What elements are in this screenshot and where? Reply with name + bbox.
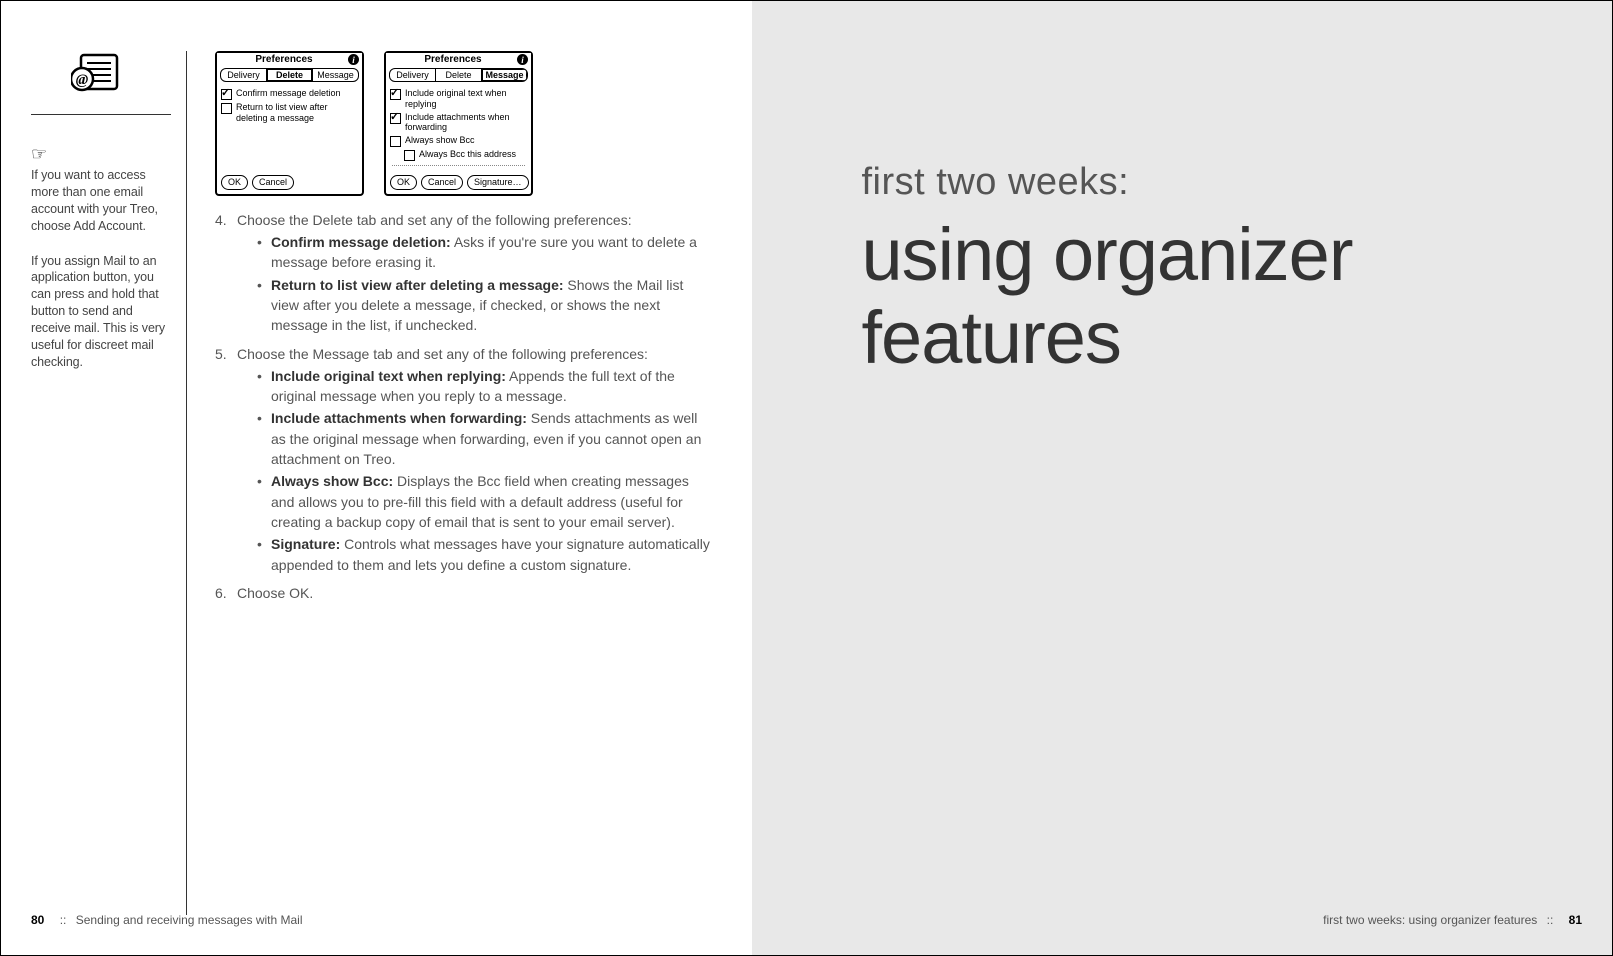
option-include-original[interactable]: Include original text when replying [390, 88, 527, 110]
page-spread: @ ☞ If you want to access more than one … [0, 0, 1613, 956]
page-number: 81 [1569, 913, 1582, 927]
mail-icon: @ [71, 51, 121, 95]
chapter-eyebrow: first two weeks: [862, 161, 1553, 204]
option-label: Include attachments when forwarding [405, 112, 527, 134]
main-column: Preferences i Delivery Delete Message Co… [186, 51, 715, 915]
svg-text:@: @ [76, 72, 89, 88]
footer-text: Sending and receiving messages with Mail [76, 913, 303, 927]
footer-right: first two weeks: using organizer feature… [1323, 913, 1582, 927]
tab-row: Delivery Delete Message [389, 68, 528, 82]
bullet-item: Signature: Controls what messages have y… [257, 534, 715, 575]
option-confirm-deletion[interactable]: Confirm message deletion [221, 88, 358, 100]
option-bcc-address[interactable]: Always Bcc this address [390, 149, 527, 161]
preferences-dialog-message: Preferences i Delivery Delete Message In… [384, 51, 533, 196]
step-intro: Choose OK. [237, 585, 313, 601]
option-label: Confirm message deletion [236, 88, 341, 99]
option-label: Always show Bcc [405, 135, 475, 146]
tab-delivery[interactable]: Delivery [390, 69, 436, 81]
tab-delete[interactable]: Delete [436, 69, 482, 81]
option-label: Return to list view after deleting a mes… [236, 102, 358, 124]
step-number: 5. [215, 344, 237, 581]
checkbox-icon[interactable] [390, 113, 401, 124]
separator: :: [1547, 913, 1554, 927]
left-page: @ ☞ If you want to access more than one … [1, 1, 752, 955]
checkbox-icon[interactable] [404, 150, 415, 161]
option-label: Include original text when replying [405, 88, 527, 110]
option-label: Always Bcc this address [419, 149, 516, 160]
tab-row: Delivery Delete Message [220, 68, 359, 82]
option-return-list[interactable]: Return to list view after deleting a mes… [221, 102, 358, 124]
bullet-item: Return to list view after deleting a mes… [257, 275, 715, 336]
chapter-title: using organizer features [862, 214, 1553, 380]
step-intro: Choose the Delete tab and set any of the… [237, 212, 632, 228]
page-number: 80 [31, 913, 44, 927]
ok-button[interactable]: OK [221, 175, 248, 190]
tab-message[interactable]: Message [313, 69, 358, 81]
step-6: 6. Choose OK. [215, 583, 715, 603]
ok-button[interactable]: OK [390, 175, 417, 190]
option-always-bcc[interactable]: Always show Bcc [390, 135, 527, 147]
sidebar-divider [31, 114, 171, 115]
dotted-line [392, 165, 525, 166]
option-include-attachments[interactable]: Include attachments when forwarding [390, 112, 527, 134]
signature-button[interactable]: Signature… [467, 175, 529, 190]
step-number: 6. [215, 583, 237, 603]
checkbox-icon[interactable] [221, 103, 232, 114]
preferences-dialog-delete: Preferences i Delivery Delete Message Co… [215, 51, 364, 196]
bullet-item: Confirm message deletion: Asks if you're… [257, 232, 715, 273]
right-page: first two weeks: using organizer feature… [752, 1, 1613, 955]
tab-message[interactable]: Message [482, 69, 527, 81]
separator: :: [60, 913, 67, 927]
footer-text: first two weeks: using organizer feature… [1323, 913, 1537, 927]
sidebar-tip-2: If you assign Mail to an application but… [31, 253, 171, 371]
tab-delivery[interactable]: Delivery [221, 69, 267, 81]
sidebar: @ ☞ If you want to access more than one … [31, 51, 186, 915]
tip-icon: ☞ [31, 145, 171, 163]
footer-left: 80 :: Sending and receiving messages wit… [31, 913, 303, 927]
step-5: 5. Choose the Message tab and set any of… [215, 344, 715, 581]
bullet-item: Include attachments when forwarding: Sen… [257, 408, 715, 469]
cancel-button[interactable]: Cancel [252, 175, 294, 190]
sidebar-tip-1: If you want to access more than one emai… [31, 167, 171, 235]
step-number: 4. [215, 210, 237, 342]
checkbox-icon[interactable] [221, 89, 232, 100]
cancel-button[interactable]: Cancel [421, 175, 463, 190]
step-intro: Choose the Message tab and set any of th… [237, 346, 648, 362]
bullet-item: Always show Bcc: Displays the Bcc field … [257, 471, 715, 532]
info-icon[interactable]: i [517, 54, 528, 65]
checkbox-icon[interactable] [390, 89, 401, 100]
checkbox-icon[interactable] [390, 136, 401, 147]
bullet-item: Include original text when replying: App… [257, 366, 715, 407]
dialogs-row: Preferences i Delivery Delete Message Co… [215, 51, 715, 196]
step-4: 4. Choose the Delete tab and set any of … [215, 210, 715, 342]
body-text: 4. Choose the Delete tab and set any of … [215, 210, 715, 603]
info-icon[interactable]: i [348, 54, 359, 65]
dialog-title: Preferences [220, 54, 348, 65]
dialog-title: Preferences [389, 54, 517, 65]
tab-delete[interactable]: Delete [267, 69, 313, 81]
